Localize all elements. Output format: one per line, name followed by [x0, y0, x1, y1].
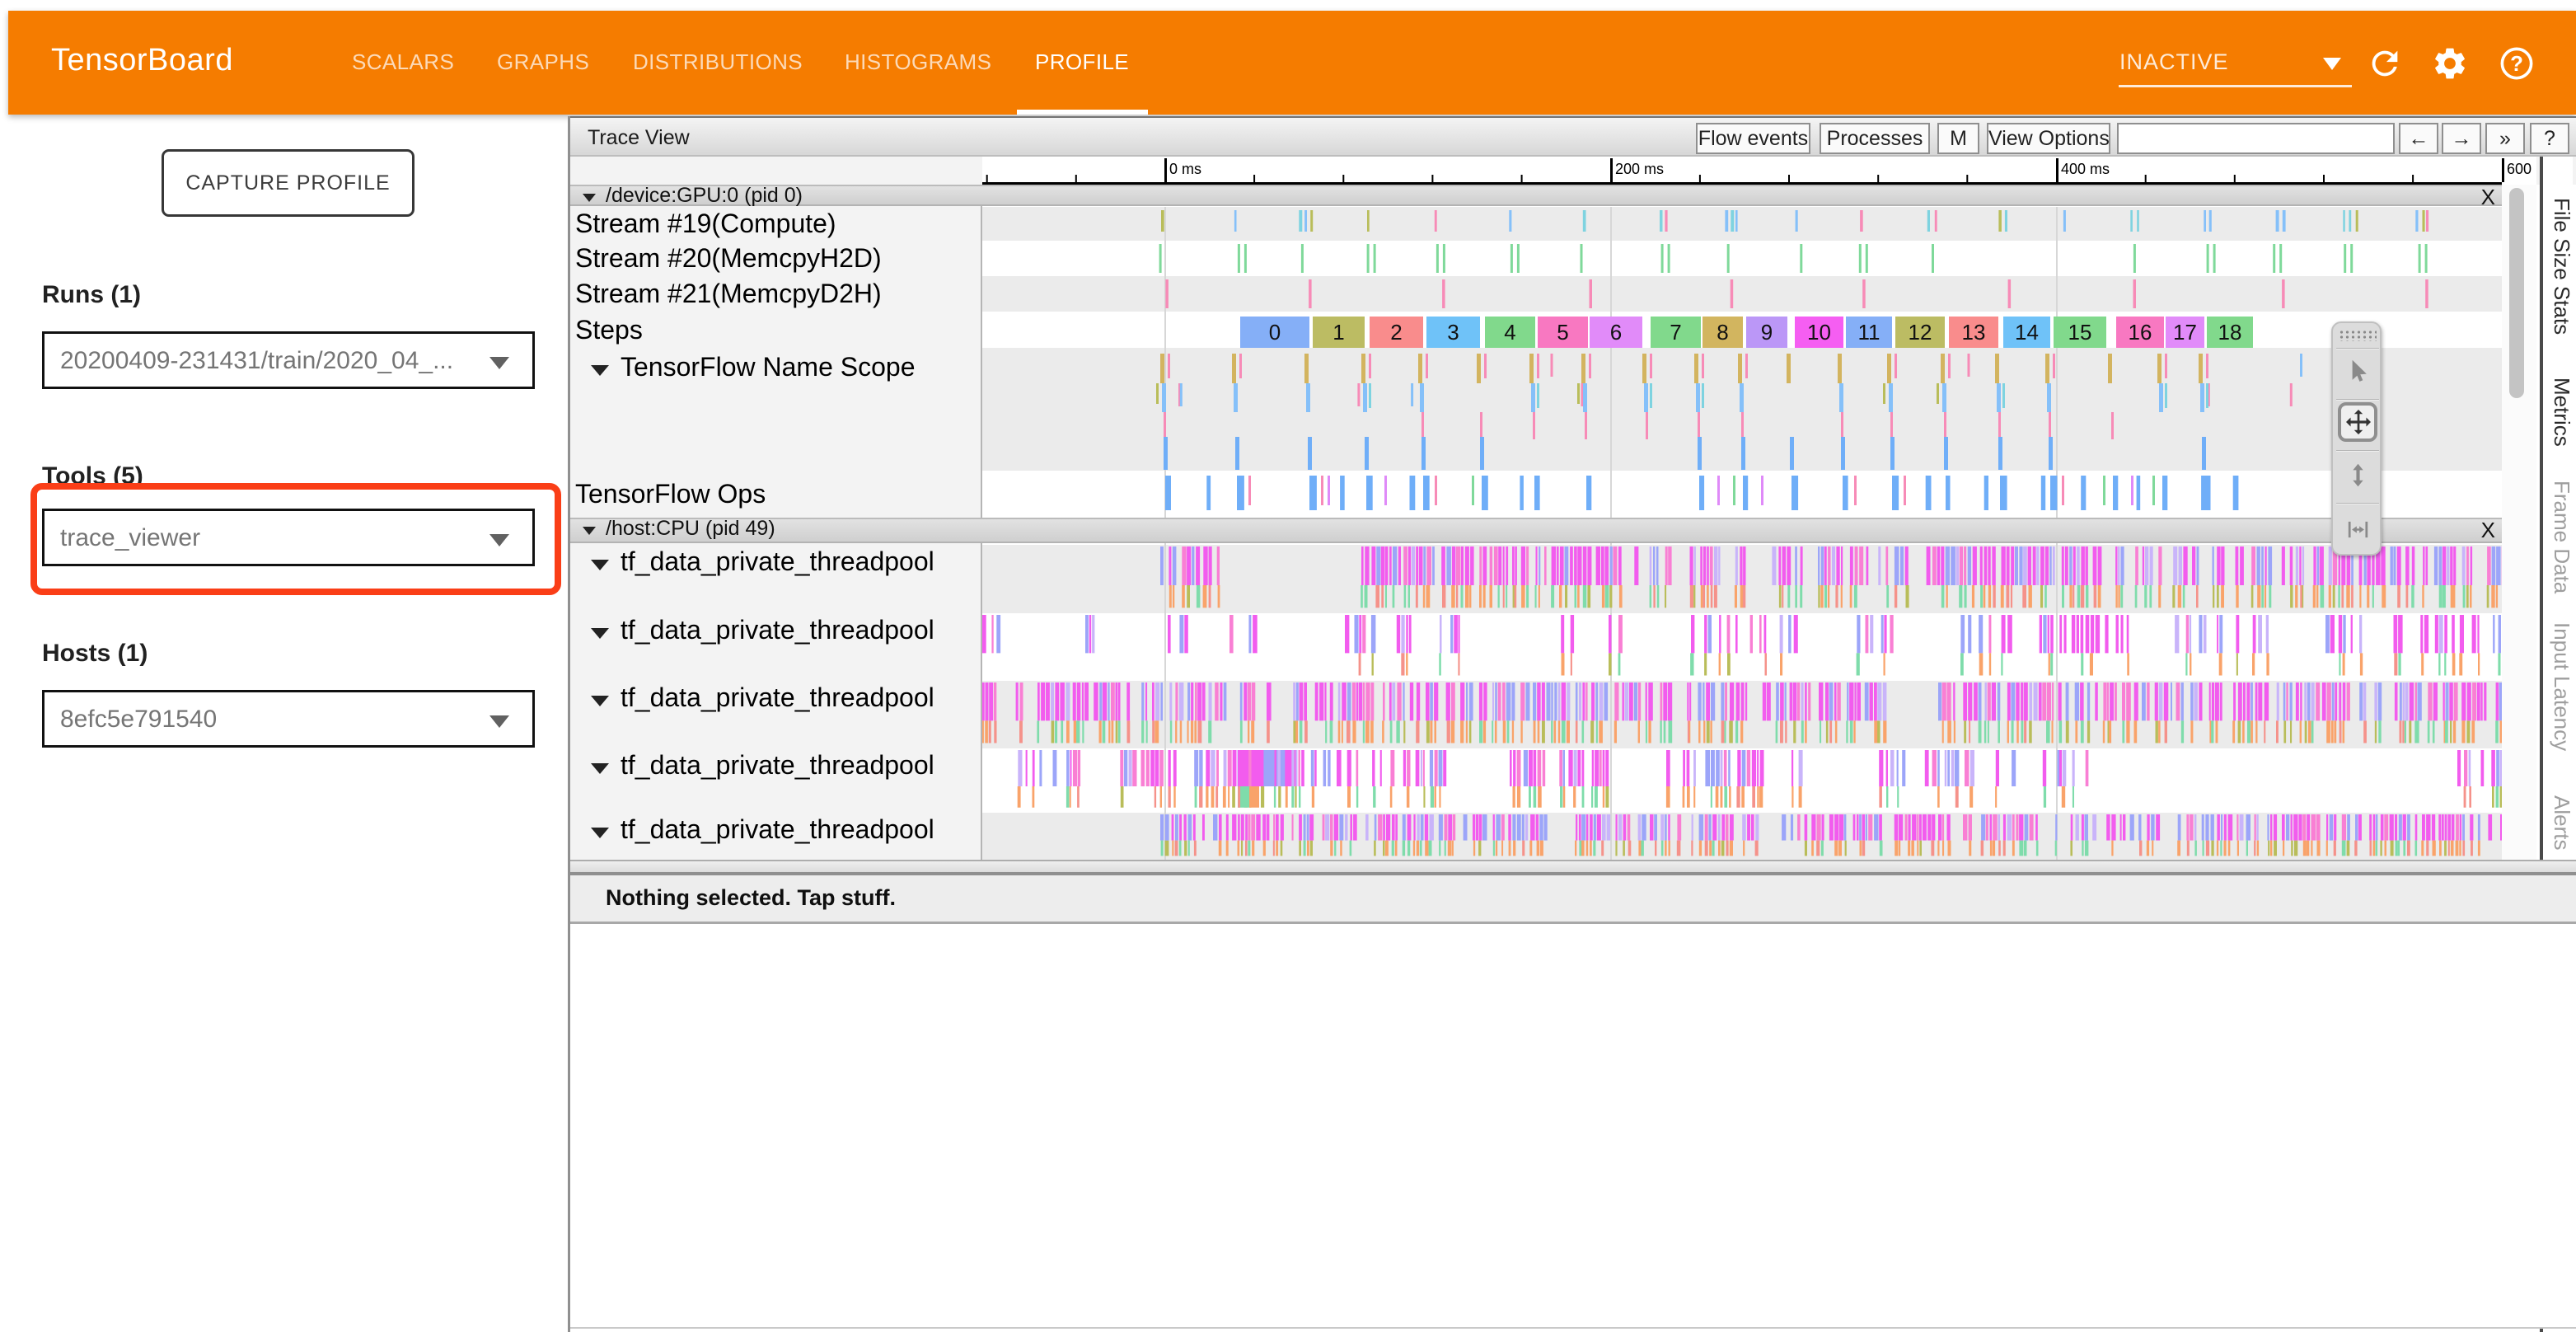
svg-text:11: 11 — [1858, 320, 1880, 345]
svg-text:9: 9 — [1761, 320, 1773, 345]
svg-text:3: 3 — [1447, 320, 1459, 345]
svg-text:5: 5 — [1557, 320, 1568, 345]
svg-text:8: 8 — [1717, 320, 1728, 345]
svg-text:7: 7 — [1670, 320, 1681, 345]
svg-text:400 ms: 400 ms — [2061, 161, 2110, 177]
svg-text:10: 10 — [1807, 320, 1831, 345]
svg-text:15: 15 — [2068, 320, 2092, 345]
svg-text:?: ? — [2510, 53, 2523, 76]
svg-text:16: 16 — [2129, 320, 2152, 345]
svg-text:18: 18 — [2218, 320, 2242, 345]
svg-text:17: 17 — [2173, 320, 2197, 345]
svg-text:6: 6 — [1610, 320, 1622, 345]
svg-text:0: 0 — [1269, 320, 1281, 345]
svg-text:13: 13 — [1962, 320, 1986, 345]
svg-text:12: 12 — [1909, 320, 1932, 345]
svg-text:200 ms: 200 ms — [1615, 161, 1664, 177]
svg-text:600: 600 — [2507, 161, 2532, 177]
svg-text:14: 14 — [2015, 320, 2039, 345]
svg-text:1: 1 — [1332, 320, 1344, 345]
svg-text:0 ms: 0 ms — [1169, 161, 1201, 177]
svg-text:4: 4 — [1504, 320, 1515, 345]
svg-text:2: 2 — [1390, 320, 1402, 345]
